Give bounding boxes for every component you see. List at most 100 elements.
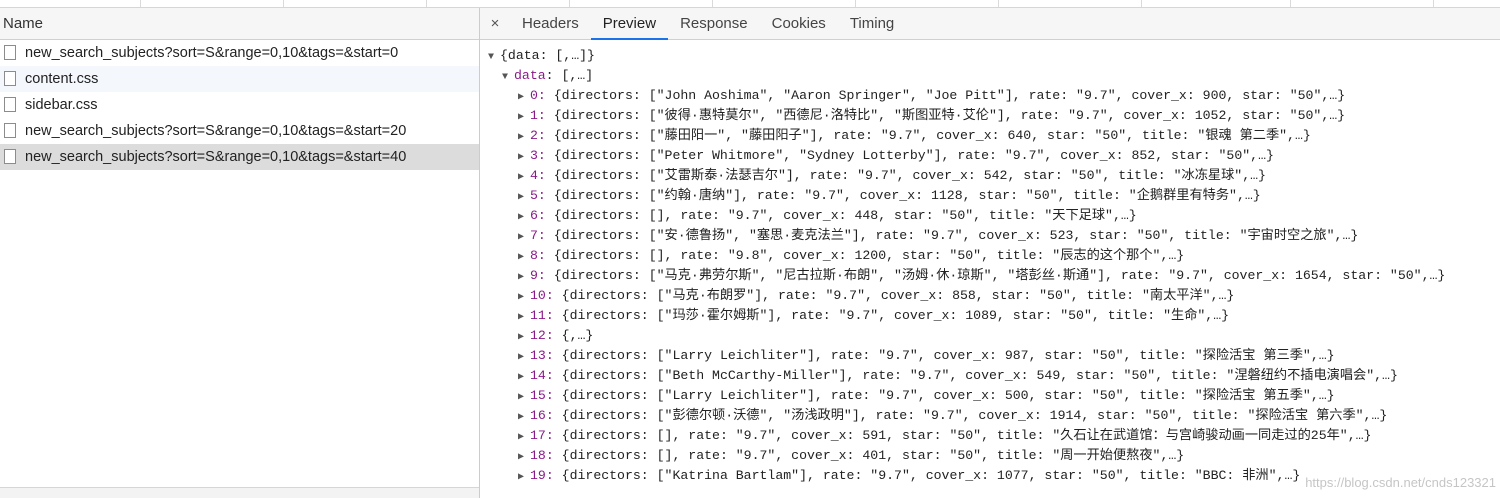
collapse-triangle-icon[interactable]: ▶ xyxy=(518,308,530,328)
json-data-summary: : [,…] xyxy=(545,68,594,83)
json-item-row[interactable]: ▶ 10: {directors: ["马克·布朗罗"], rate: "9.7"… xyxy=(480,286,1500,306)
tab-headers[interactable]: Headers xyxy=(510,8,591,39)
json-item-index: 0: xyxy=(530,88,546,103)
json-item-row[interactable]: ▶ 2: {directors: ["藤田阳一", "藤田阳子"], rate: … xyxy=(480,126,1500,146)
collapse-triangle-icon[interactable]: ▶ xyxy=(518,168,530,188)
request-name: content.css xyxy=(25,71,99,87)
json-item-row[interactable]: ▶ 6: {directors: [], rate: "9.7", cover_x… xyxy=(480,206,1500,226)
tab-cookies[interactable]: Cookies xyxy=(760,8,838,39)
collapse-triangle-icon[interactable]: ▶ xyxy=(518,368,530,388)
json-key: data xyxy=(514,68,546,83)
json-root[interactable]: ▼ {data: [,…]} xyxy=(480,46,1500,66)
close-icon[interactable]: × xyxy=(480,8,510,39)
json-item-row[interactable]: ▶ 14: {directors: ["Beth McCarthy-Miller"… xyxy=(480,366,1500,386)
json-item-index: 9: xyxy=(530,268,546,283)
name-column-header[interactable]: Name xyxy=(0,8,479,40)
collapse-triangle-icon[interactable]: ▶ xyxy=(518,208,530,228)
timeline-tick xyxy=(1141,0,1142,7)
horizontal-scrollbar[interactable] xyxy=(0,487,479,498)
json-item-index: 19: xyxy=(530,468,554,483)
document-icon xyxy=(4,97,16,112)
json-item-row[interactable]: ▶ 15: {directors: ["Larry Leichliter"], r… xyxy=(480,386,1500,406)
timeline-tick xyxy=(998,0,999,7)
expand-triangle-icon[interactable]: ▼ xyxy=(488,48,500,68)
json-item-row[interactable]: ▶ 5: {directors: ["约翰·唐纳"], rate: "9.7", … xyxy=(480,186,1500,206)
request-name: new_search_subjects?sort=S&range=0,10&ta… xyxy=(25,123,407,139)
collapse-triangle-icon[interactable]: ▶ xyxy=(518,228,530,248)
timeline-tick xyxy=(283,0,284,7)
json-data-node[interactable]: ▼ data: [,…] xyxy=(480,66,1500,86)
json-item-row[interactable]: ▶ 13: {directors: ["Larry Leichliter"], r… xyxy=(480,346,1500,366)
collapse-triangle-icon[interactable]: ▶ xyxy=(518,328,530,348)
collapse-triangle-icon[interactable]: ▶ xyxy=(518,388,530,408)
timeline-tick xyxy=(1290,0,1291,7)
timeline-tick xyxy=(855,0,856,7)
request-row-selected[interactable]: new_search_subjects?sort=S&range=0,10&ta… xyxy=(0,144,479,170)
collapse-triangle-icon[interactable]: ▶ xyxy=(518,128,530,148)
json-item-summary: {directors: ["John Aoshima", "Aaron Spri… xyxy=(545,88,1346,103)
json-item-row[interactable]: ▶ 7: {directors: ["安·德鲁扬", "塞思·麦克法兰"], ra… xyxy=(480,226,1500,246)
json-item-row[interactable]: ▶ 8: {directors: [], rate: "9.8", cover_x… xyxy=(480,246,1500,266)
collapse-triangle-icon[interactable]: ▶ xyxy=(518,268,530,288)
json-item-row[interactable]: ▶ 0: {directors: ["John Aoshima", "Aaron … xyxy=(480,86,1500,106)
json-item-summary: {directors: ["Larry Leichliter"], rate: … xyxy=(553,388,1335,403)
timeline-tick xyxy=(569,0,570,7)
json-item-index: 14: xyxy=(530,368,554,383)
document-icon xyxy=(4,45,16,60)
json-item-summary: {directors: ["马克·布朗罗"], rate: "9.7", cov… xyxy=(553,288,1235,303)
json-item-index: 10: xyxy=(530,288,554,303)
json-item-summary: {directors: ["安·德鲁扬", "塞思·麦克法兰"], rate: … xyxy=(545,228,1359,243)
json-item-summary: {directors: ["Katrina Bartlam"], rate: "… xyxy=(553,468,1301,483)
json-item-summary: {directors: ["Beth McCarthy-Miller"], ra… xyxy=(553,368,1398,383)
collapse-triangle-icon[interactable]: ▶ xyxy=(518,288,530,308)
watermark: https://blog.csdn.net/cnds123321 xyxy=(1305,475,1496,490)
json-item-index: 16: xyxy=(530,408,554,423)
timeline-tick xyxy=(1433,0,1434,7)
json-item-row[interactable]: ▶ 9: {directors: ["马克·弗劳尔斯", "尼古拉斯·布朗", "… xyxy=(480,266,1500,286)
document-icon xyxy=(4,123,16,138)
tab-timing[interactable]: Timing xyxy=(838,8,906,39)
json-item-summary: {directors: ["艾雷斯泰·法瑟吉尔"], rate: "9.7", … xyxy=(545,168,1266,183)
timeline-tick xyxy=(712,0,713,7)
request-name: sidebar.css xyxy=(25,97,98,113)
request-row[interactable]: content.css xyxy=(0,66,479,92)
collapse-triangle-icon[interactable]: ▶ xyxy=(518,108,530,128)
json-item-row[interactable]: ▶ 4: {directors: ["艾雷斯泰·法瑟吉尔"], rate: "9.… xyxy=(480,166,1500,186)
json-item-index: 15: xyxy=(530,388,554,403)
request-row[interactable]: new_search_subjects?sort=S&range=0,10&ta… xyxy=(0,40,479,66)
request-list-pane: Name new_search_subjects?sort=S&range=0,… xyxy=(0,8,480,498)
json-item-summary: {directors: [], rate: "9.7", cover_x: 40… xyxy=(553,448,1185,463)
request-row[interactable]: new_search_subjects?sort=S&range=0,10&ta… xyxy=(0,118,479,144)
json-item-row[interactable]: ▶ 11: {directors: ["玛莎·霍尔姆斯"], rate: "9.7… xyxy=(480,306,1500,326)
json-root-text: {data: [,…]} xyxy=(500,48,595,63)
collapse-triangle-icon[interactable]: ▶ xyxy=(518,348,530,368)
json-item-row[interactable]: ▶ 17: {directors: [], rate: "9.7", cover_… xyxy=(480,426,1500,446)
collapse-triangle-icon[interactable]: ▶ xyxy=(518,188,530,208)
json-item-row[interactable]: ▶ 18: {directors: [], rate: "9.7", cover_… xyxy=(480,446,1500,466)
request-row[interactable]: sidebar.css xyxy=(0,92,479,118)
collapse-triangle-icon[interactable]: ▶ xyxy=(518,448,530,468)
json-item-row[interactable]: ▶ 1: {directors: ["彼得·惠特莫尔", "西德尼·洛特比", "… xyxy=(480,106,1500,126)
collapse-triangle-icon[interactable]: ▶ xyxy=(518,468,530,488)
json-item-summary: {directors: [], rate: "9.8", cover_x: 12… xyxy=(545,248,1185,263)
request-name: new_search_subjects?sort=S&range=0,10&ta… xyxy=(25,149,407,165)
json-item-summary: {directors: ["玛莎·霍尔姆斯"], rate: "9.7", co… xyxy=(553,308,1230,323)
json-item-row[interactable]: ▶ 12: {,…} xyxy=(480,326,1500,346)
tab-response[interactable]: Response xyxy=(668,8,760,39)
collapse-triangle-icon[interactable]: ▶ xyxy=(518,248,530,268)
json-item-summary: {directors: ["藤田阳一", "藤田阳子"], rate: "9.7… xyxy=(545,128,1311,143)
collapse-triangle-icon[interactable]: ▶ xyxy=(518,88,530,108)
document-icon xyxy=(4,71,16,86)
json-item-summary: {,…} xyxy=(553,328,594,343)
collapse-triangle-icon[interactable]: ▶ xyxy=(518,408,530,428)
json-item-index: 6: xyxy=(530,208,546,223)
collapse-triangle-icon[interactable]: ▶ xyxy=(518,428,530,448)
json-item-row[interactable]: ▶ 16: {directors: ["彭德尔顿·沃德", "汤浅政明"], ra… xyxy=(480,406,1500,426)
json-item-index: 8: xyxy=(530,248,546,263)
tab-preview[interactable]: Preview xyxy=(590,8,669,40)
json-item-row[interactable]: ▶ 3: {directors: ["Peter Whitmore", "Sydn… xyxy=(480,146,1500,166)
detail-tabbar: × Headers Preview Response Cookies Timin… xyxy=(480,8,1500,40)
json-item-index: 4: xyxy=(530,168,546,183)
expand-triangle-icon[interactable]: ▼ xyxy=(502,68,514,88)
collapse-triangle-icon[interactable]: ▶ xyxy=(518,148,530,168)
